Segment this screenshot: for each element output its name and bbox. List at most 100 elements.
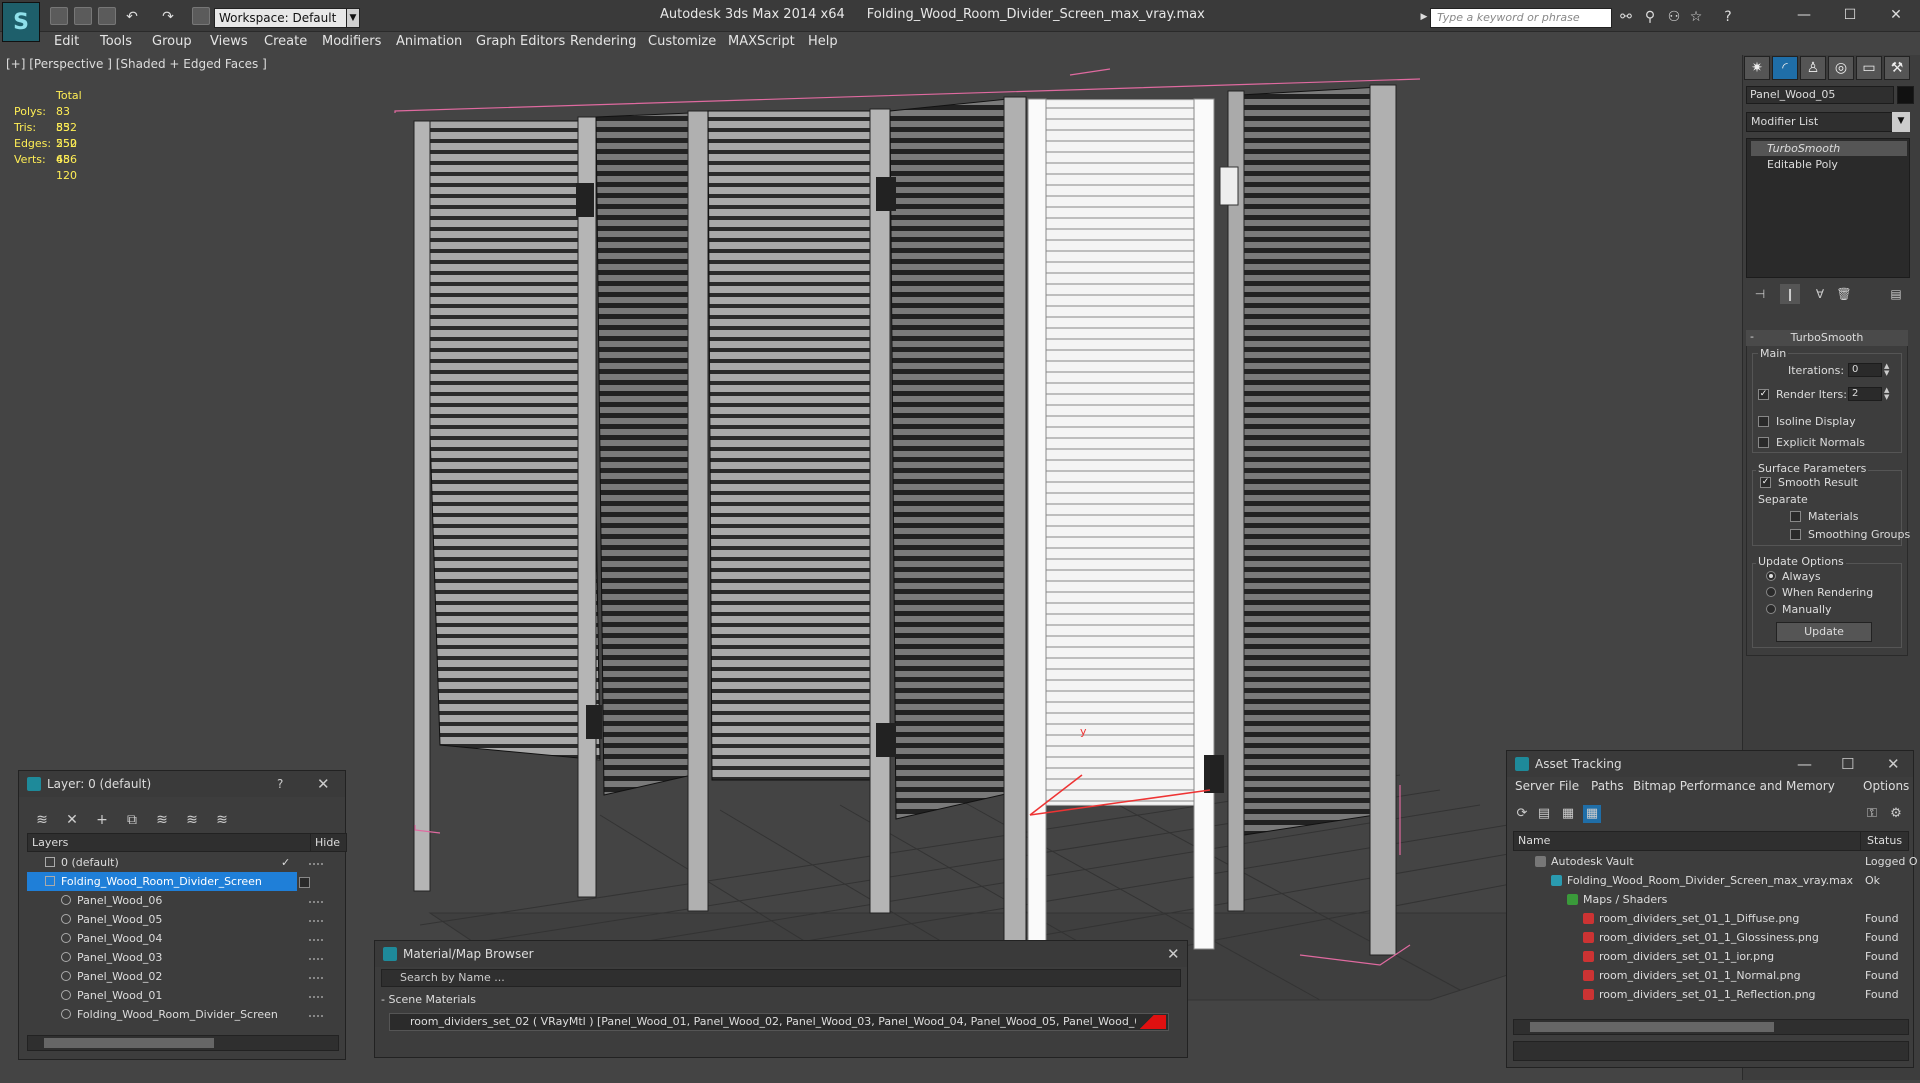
- settings-icon[interactable]: ⚙: [1887, 805, 1905, 823]
- layer-row[interactable]: Panel_Wood_01: [27, 986, 297, 1005]
- table-view-icon[interactable]: ▦: [1583, 805, 1601, 823]
- stack-item-turbosmooth[interactable]: TurboSmooth: [1751, 141, 1907, 156]
- menu-group[interactable]: Group: [152, 34, 192, 49]
- redo-icon[interactable]: ↷: [158, 8, 178, 26]
- hide-toggle[interactable]: [299, 877, 310, 888]
- layer-row[interactable]: Panel_Wood_03: [27, 948, 297, 967]
- asset-row[interactable]: room_dividers_set_01_1_Reflection.png Fou…: [1513, 985, 1909, 1004]
- chevron-down-icon[interactable]: ▼: [1892, 112, 1910, 132]
- remove-modifier-icon[interactable]: 🗑: [1834, 284, 1854, 304]
- new-file-icon[interactable]: [50, 7, 68, 25]
- utilities-tab-icon[interactable]: ⚒: [1884, 56, 1910, 80]
- rollout-title[interactable]: TurboSmooth: [1746, 330, 1908, 346]
- asset-row[interactable]: Maps / Shaders: [1513, 890, 1909, 909]
- menu-customize[interactable]: Customize: [648, 34, 716, 49]
- user-icon[interactable]: ⚇: [1664, 8, 1684, 26]
- col-layers[interactable]: Layers: [32, 834, 68, 851]
- select-objects-icon[interactable]: ⧉: [123, 811, 141, 829]
- menu-paths[interactable]: Paths: [1591, 779, 1624, 793]
- freeze-icon[interactable]: ≋: [213, 811, 231, 829]
- help-icon[interactable]: ?: [277, 771, 283, 797]
- hide-indicator[interactable]: [309, 977, 323, 981]
- render-iters-spinner[interactable]: 2: [1848, 387, 1882, 401]
- menu-maxscript[interactable]: MAXScript: [728, 34, 795, 49]
- open-file-icon[interactable]: [74, 7, 92, 25]
- spinner-arrows-icon[interactable]: ▲ ▼: [1884, 387, 1892, 401]
- layer-row[interactable]: Panel_Wood_04: [27, 929, 297, 948]
- collapse-icon[interactable]: -: [1750, 330, 1754, 343]
- close-icon[interactable]: ✕: [1876, 2, 1916, 28]
- spinner-arrows-icon[interactable]: ▲ ▼: [1884, 363, 1892, 377]
- manually-radio[interactable]: [1766, 604, 1776, 614]
- asset-row[interactable]: Folding_Wood_Room_Divider_Screen_max_vra…: [1513, 871, 1909, 890]
- modifier-list-dropdown[interactable]: Modifier List: [1746, 112, 1908, 132]
- menu-help[interactable]: Help: [808, 34, 838, 49]
- object-name-field[interactable]: Panel_Wood_05: [1746, 86, 1894, 104]
- layer-row[interactable]: Panel_Wood_02: [27, 967, 297, 986]
- close-icon[interactable]: ✕: [317, 771, 330, 797]
- layer-row[interactable]: Folding_Wood_Room_Divider_Screen: [27, 1005, 297, 1024]
- scrollbar-thumb[interactable]: [1530, 1022, 1774, 1032]
- highlight-icon[interactable]: ≋: [153, 811, 171, 829]
- layer-row[interactable]: 0 (default) ✓: [27, 853, 297, 872]
- hide-indicator[interactable]: [309, 939, 323, 943]
- menu-modifiers[interactable]: Modifiers: [322, 34, 381, 49]
- hide-indicator[interactable]: [309, 996, 323, 1000]
- col-status[interactable]: Status: [1860, 832, 1902, 850]
- viewport-label[interactable]: [+] [Perspective ] [Shaded + Edged Faces…: [6, 57, 267, 71]
- list-view-icon[interactable]: ▤: [1535, 805, 1553, 823]
- pin-stack-icon[interactable]: ⊣: [1750, 284, 1770, 304]
- minimize-icon[interactable]: —: [1797, 751, 1812, 777]
- search-icon[interactable]: ⚲: [1640, 8, 1660, 26]
- smoothing-groups-checkbox[interactable]: [1790, 529, 1801, 540]
- workspace-dropdown[interactable]: Workspace: Default: [214, 8, 360, 28]
- add-icon[interactable]: +: [93, 811, 111, 829]
- hide-indicator[interactable]: [309, 901, 323, 905]
- material-search-input[interactable]: Search by Name ...: [381, 969, 1181, 987]
- asset-row[interactable]: room_dividers_set_01_1_Normal.png Found: [1513, 966, 1909, 985]
- material-row[interactable]: room_dividers_set_02 ( VRayMtl ) [Panel_…: [389, 1013, 1169, 1031]
- menu-options[interactable]: Options: [1863, 779, 1909, 793]
- delete-icon[interactable]: ✕: [63, 811, 81, 829]
- material-browser-title[interactable]: Material/Map Browser: [375, 941, 1187, 967]
- thumbnail-view-icon[interactable]: ▦: [1559, 805, 1577, 823]
- explicit-normals-checkbox[interactable]: [1758, 437, 1769, 448]
- asset-row[interactable]: room_dividers_set_01_1_Glossiness.png Fou…: [1513, 928, 1909, 947]
- layer-row[interactable]: Panel_Wood_05: [27, 910, 297, 929]
- always-radio[interactable]: [1766, 571, 1776, 581]
- hide-indicator[interactable]: [309, 958, 323, 962]
- create-tab-icon[interactable]: ✷: [1744, 56, 1770, 80]
- isoline-display-checkbox[interactable]: [1758, 416, 1769, 427]
- layer-panel-title[interactable]: Layer: 0 (default): [19, 771, 345, 797]
- menu-bitmap-performance[interactable]: Bitmap Performance and Memory: [1633, 779, 1835, 793]
- col-name[interactable]: Name: [1518, 832, 1550, 850]
- menu-views[interactable]: Views: [210, 34, 248, 49]
- layer-row[interactable]: Folding_Wood_Room_Divider_Screen: [27, 872, 297, 891]
- scene-materials-section[interactable]: - Scene Materials: [381, 993, 476, 1006]
- object-color-swatch[interactable]: [1897, 86, 1914, 104]
- asset-row[interactable]: room_dividers_set_01_1_ior.png Found: [1513, 947, 1909, 966]
- hide-icon[interactable]: ≋: [183, 811, 201, 829]
- layer-row[interactable]: Panel_Wood_06: [27, 891, 297, 910]
- configure-sets-icon[interactable]: ▤: [1886, 284, 1906, 304]
- menu-server[interactable]: Server: [1515, 779, 1554, 793]
- star-icon[interactable]: ☆: [1686, 8, 1706, 26]
- menu-rendering[interactable]: Rendering: [570, 34, 636, 49]
- hide-indicator[interactable]: [309, 920, 323, 924]
- display-tab-icon[interactable]: ▭: [1856, 56, 1882, 80]
- layers-icon[interactable]: ≋: [33, 811, 51, 829]
- help-icon[interactable]: ?: [1718, 8, 1738, 26]
- current-layer-check-icon[interactable]: ✓: [281, 853, 290, 872]
- show-end-result-icon[interactable]: ❙: [1780, 284, 1800, 304]
- vault-icon[interactable]: ⚿: [1863, 805, 1881, 823]
- minimize-icon[interactable]: —: [1784, 2, 1824, 28]
- col-hide[interactable]: Hide: [310, 834, 340, 851]
- maximize-icon[interactable]: ☐: [1830, 2, 1870, 28]
- modify-tab-icon[interactable]: ◜: [1772, 56, 1798, 80]
- smooth-result-checkbox[interactable]: ✓: [1760, 477, 1771, 488]
- hide-indicator[interactable]: [309, 1015, 323, 1019]
- undo-icon[interactable]: ↶: [122, 8, 142, 26]
- horizontal-scrollbar[interactable]: [27, 1035, 339, 1051]
- menu-graph-editors[interactable]: Graph Editors: [476, 34, 565, 49]
- make-unique-icon[interactable]: ∀: [1810, 284, 1830, 304]
